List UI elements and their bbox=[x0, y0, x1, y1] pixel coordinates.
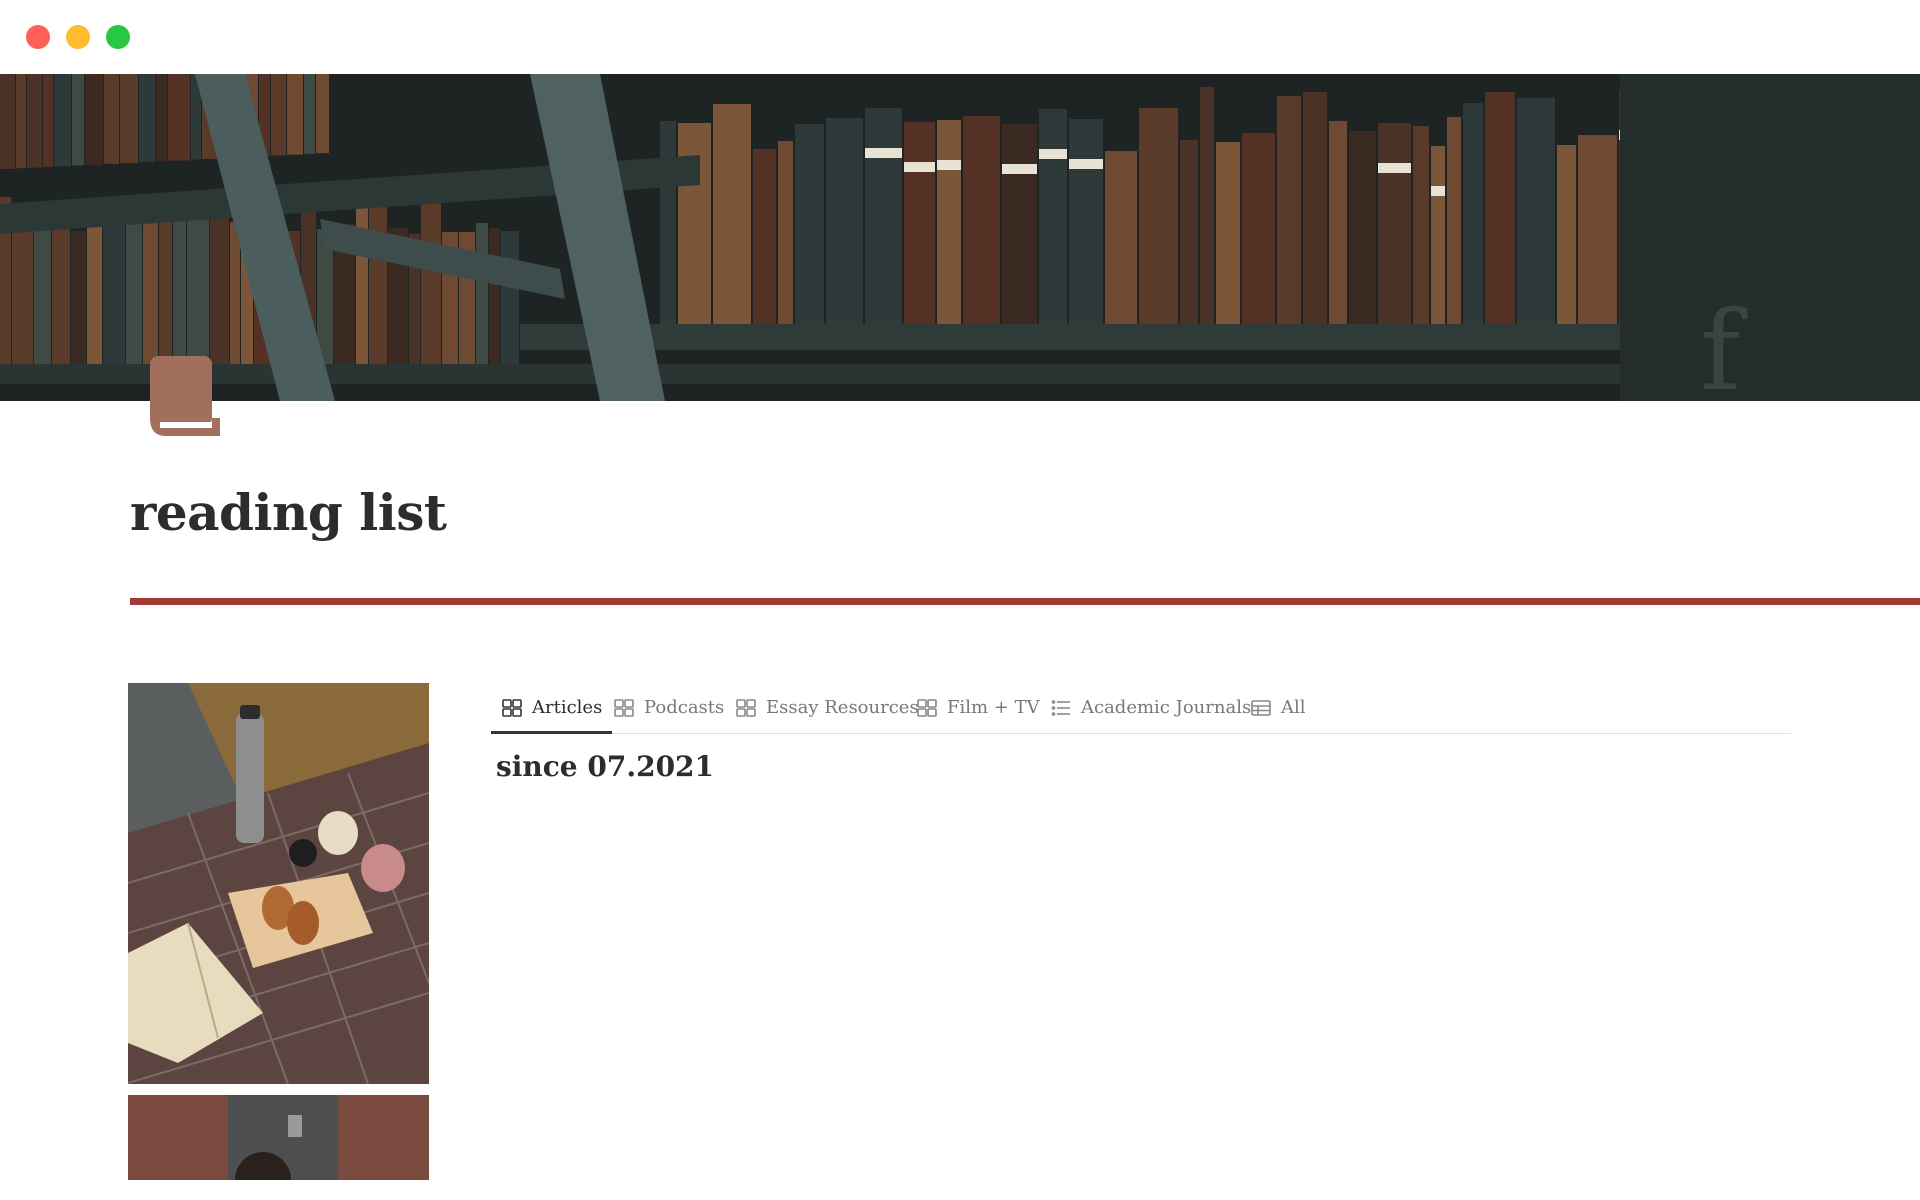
tab-label: Academic Journals bbox=[1081, 697, 1252, 718]
gallery-icon bbox=[613, 697, 635, 719]
list-icon bbox=[1050, 697, 1072, 719]
table-icon bbox=[1250, 697, 1272, 719]
close-window-button[interactable] bbox=[26, 25, 50, 49]
tab-all[interactable]: All bbox=[1250, 683, 1306, 732]
view-tabs: Articles Podcasts Essay Resources Film +… bbox=[491, 683, 1791, 734]
tab-label: Podcasts bbox=[644, 697, 725, 718]
tab-academic-journals[interactable]: Academic Journals bbox=[1050, 683, 1251, 732]
cover-image[interactable]: f bbox=[0, 74, 1920, 401]
tab-podcasts[interactable]: Podcasts bbox=[613, 683, 724, 732]
zoom-window-button[interactable] bbox=[106, 25, 130, 49]
tab-articles[interactable]: Articles bbox=[491, 683, 613, 734]
tab-label: All bbox=[1281, 697, 1306, 718]
window-titlebar bbox=[0, 0, 1920, 74]
book-icon[interactable] bbox=[146, 356, 220, 438]
section-heading: since 07.2021 bbox=[496, 750, 715, 783]
gallery-icon bbox=[735, 697, 757, 719]
tab-essay-resources[interactable]: Essay Resources bbox=[735, 683, 919, 732]
page-title: reading list bbox=[130, 483, 447, 542]
minimize-window-button[interactable] bbox=[66, 25, 90, 49]
tab-label: Articles bbox=[532, 697, 603, 718]
gallery-icon bbox=[501, 697, 523, 719]
tab-label: Film + TV bbox=[947, 697, 1040, 718]
title-divider bbox=[130, 598, 1920, 605]
autumn-picnic-photo[interactable] bbox=[128, 683, 429, 1084]
tab-film-tv[interactable]: Film + TV bbox=[916, 683, 1040, 732]
gallery-icon bbox=[916, 697, 938, 719]
tab-label: Essay Resources bbox=[766, 697, 919, 718]
brick-doorway-photo[interactable] bbox=[128, 1095, 429, 1180]
